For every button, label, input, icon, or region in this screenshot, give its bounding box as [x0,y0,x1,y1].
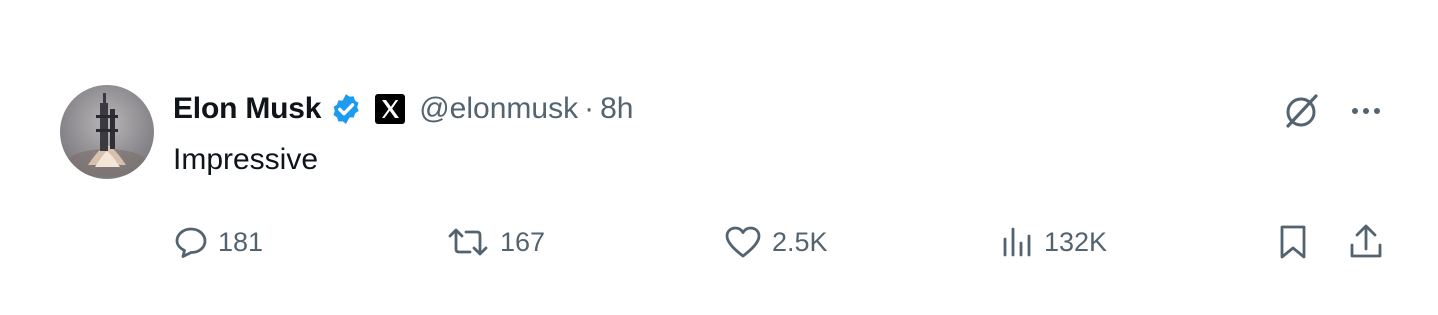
bookmark-button[interactable] [1276,222,1310,262]
repost-icon [446,225,490,259]
more-options-icon[interactable] [1348,93,1384,129]
like-count: 2.5K [772,226,828,257]
share-icon [1348,223,1384,261]
tweet-header: Elon Musk @elonmusk · 8h [173,88,633,130]
bookmark-icon [1276,223,1310,261]
separator-dot: · [584,92,595,125]
reply-button[interactable]: 181 [174,222,263,262]
views-count: 132K [1044,226,1108,257]
reply-icon [174,225,208,259]
display-name[interactable]: Elon Musk [173,92,321,126]
heart-icon [724,225,762,259]
grok-icon[interactable] [1280,90,1322,132]
repost-count: 167 [500,226,546,257]
user-handle[interactable]: @elonmusk [419,92,578,126]
verified-badge-icon[interactable] [329,92,363,126]
share-button[interactable] [1348,222,1384,262]
tweet-top-actions [1280,90,1384,132]
tweet-text: Impressive [173,143,319,176]
views-button[interactable]: 132K [1000,222,1107,262]
reply-count: 181 [218,226,264,257]
tweet-card[interactable]: Elon Musk @elonmusk · 8h Impressive 181 … [0,0,1438,315]
views-icon [1000,225,1034,259]
x-logo-icon[interactable] [375,94,406,124]
timestamp[interactable]: 8h [600,92,633,126]
avatar[interactable] [60,85,154,179]
repost-button[interactable]: 167 [446,222,545,262]
like-button[interactable]: 2.5K [724,222,828,262]
